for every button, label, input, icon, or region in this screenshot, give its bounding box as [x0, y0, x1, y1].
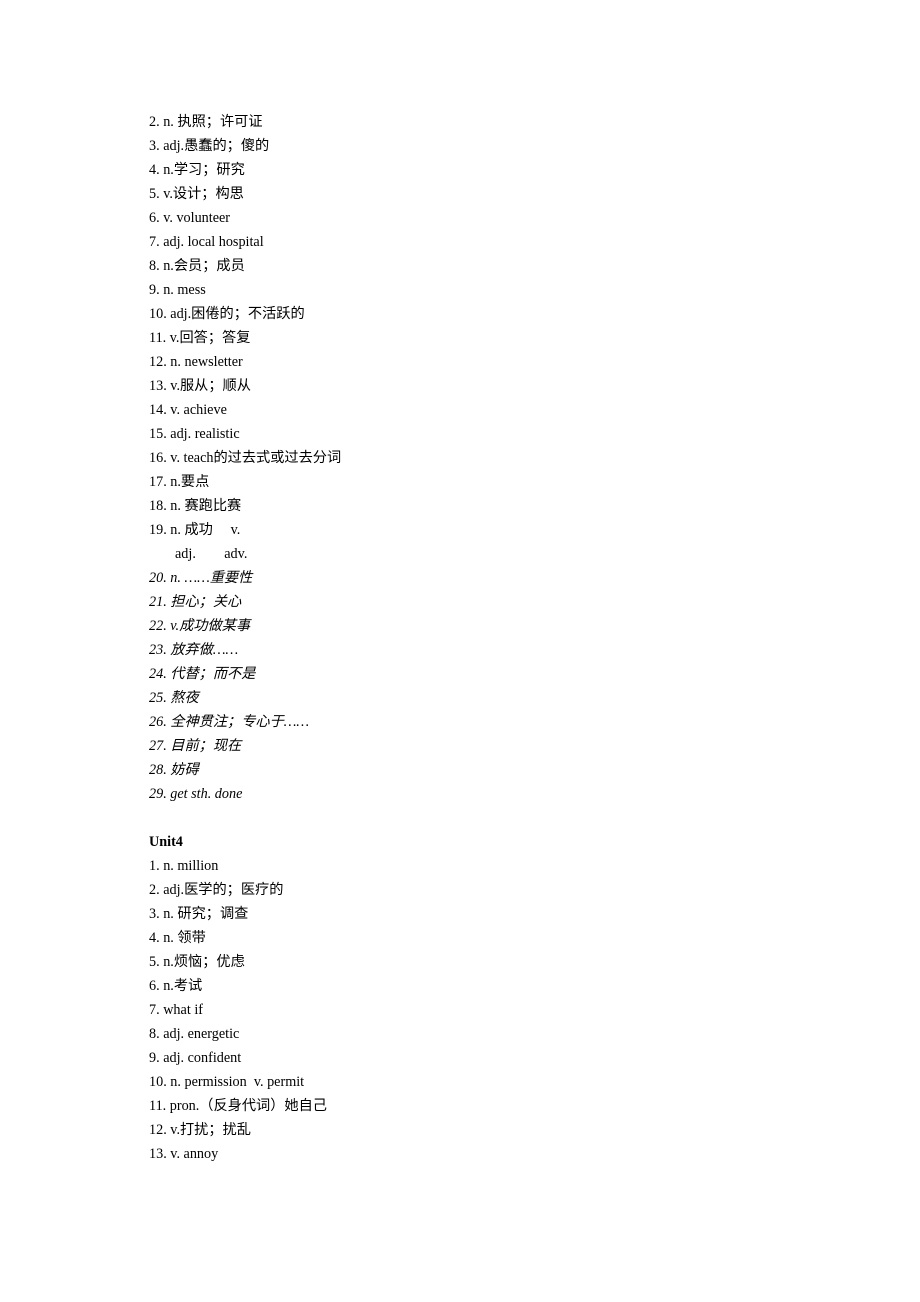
list-item: 9. adj. confident	[149, 1046, 920, 1070]
list-item: 5. v.设计；构思	[149, 182, 920, 206]
list-item: 13. v. annoy	[149, 1142, 920, 1166]
list-item: 29. get sth. done	[149, 782, 920, 806]
list-item: 27. 目前；现在	[149, 734, 920, 758]
list-item: 10. n. permission v. permit	[149, 1070, 920, 1094]
list-item-continuation: adj. adv.	[149, 542, 920, 566]
list-item: 1. n. million	[149, 854, 920, 878]
list-item: 4. n.学习；研究	[149, 158, 920, 182]
list-item: 9. n. mess	[149, 278, 920, 302]
list-item: 6. v. volunteer	[149, 206, 920, 230]
list-item: 15. adj. realistic	[149, 422, 920, 446]
list-item: 17. n.要点	[149, 470, 920, 494]
unit-heading: Unit4	[149, 830, 920, 854]
list-item: 25. 熬夜	[149, 686, 920, 710]
list-item: 23. 放弃做……	[149, 638, 920, 662]
list-item: 18. n. 赛跑比赛	[149, 494, 920, 518]
list-item: 2. adj.医学的；医疗的	[149, 878, 920, 902]
list-item: 8. n.会员；成员	[149, 254, 920, 278]
list-item: 22. v.成功做某事	[149, 614, 920, 638]
list-item: 7. what if	[149, 998, 920, 1022]
list-item: 12. n. newsletter	[149, 350, 920, 374]
list-item: 20. n. ……重要性	[149, 566, 920, 590]
document-page: 2. n. 执照；许可证 3. adj.愚蠢的；傻的 4. n.学习；研究 5.…	[0, 0, 920, 1302]
list-item: 6. n.考试	[149, 974, 920, 998]
list-item: 16. v. teach的过去式或过去分词	[149, 446, 920, 470]
list-item: 12. v.打扰；扰乱	[149, 1118, 920, 1142]
list-item: 2. n. 执照；许可证	[149, 110, 920, 134]
list-item: 11. v.回答；答复	[149, 326, 920, 350]
list-item: 3. adj.愚蠢的；傻的	[149, 134, 920, 158]
list-item: 10. adj.困倦的；不活跃的	[149, 302, 920, 326]
list-item: 19. n. 成功 v.	[149, 518, 920, 542]
list-item: 13. v.服从；顺从	[149, 374, 920, 398]
list-item: 26. 全神贯注；专心于……	[149, 710, 920, 734]
list-item: 8. adj. energetic	[149, 1022, 920, 1046]
list-item: 28. 妨碍	[149, 758, 920, 782]
list-item: 24. 代替；而不是	[149, 662, 920, 686]
list-item: 4. n. 领带	[149, 926, 920, 950]
list-item: 14. v. achieve	[149, 398, 920, 422]
list-item: 3. n. 研究；调查	[149, 902, 920, 926]
list-item: 11. pron.（反身代词）她自己	[149, 1094, 920, 1118]
list-item: 7. adj. local hospital	[149, 230, 920, 254]
list-item: 21. 担心；关心	[149, 590, 920, 614]
list-item: 5. n.烦恼；优虑	[149, 950, 920, 974]
